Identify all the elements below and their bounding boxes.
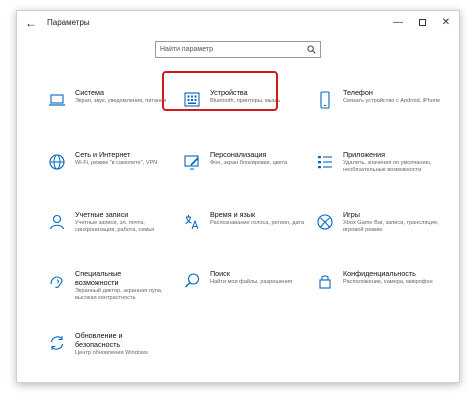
tile-accessibility[interactable]: Специальные возможности Экранный диктор,…	[47, 269, 177, 313]
time-language-icon	[182, 212, 202, 232]
search-icon	[307, 45, 316, 54]
tile-description: Связать устройство с Android, iPhone	[343, 98, 441, 104]
brush-icon	[182, 152, 202, 172]
tile-title: Персонализация	[210, 150, 267, 159]
tile-description: Найти мои файлы, разрешения	[210, 279, 293, 285]
search-icon	[182, 271, 202, 291]
tile-title: Обновление и безопасность	[75, 331, 123, 349]
lock-icon	[315, 271, 335, 291]
search-input[interactable]	[160, 42, 300, 57]
back-button[interactable]: ←	[23, 15, 39, 31]
tile-title: Конфиденциальность	[343, 269, 416, 278]
tile-title: Поиск	[210, 269, 230, 278]
person-icon	[47, 212, 67, 232]
tile-title: Время и язык	[210, 210, 256, 219]
globe-icon	[47, 152, 67, 172]
tile-description: Фон, экран блокировки, цвета	[210, 160, 288, 166]
window-title: Параметры	[47, 18, 90, 27]
tile-gaming[interactable]: Игры Xbox Game Bar, записи, трансляция, …	[315, 210, 445, 254]
tile-title: Приложения	[343, 150, 386, 159]
tile-title: Сеть и Интернет	[75, 150, 131, 159]
tile-personalization[interactable]: Персонализация Фон, экран блокировки, цв…	[182, 150, 312, 194]
tile-description: Удалить, значения по умолчанию, необязат…	[343, 160, 432, 174]
tile-title: Игры	[343, 210, 360, 219]
accessibility-icon	[47, 271, 67, 291]
minimize-button[interactable]: —	[389, 15, 407, 31]
tile-description: Распознавание голоса, регион, дата	[210, 220, 305, 226]
highlight-frame	[162, 71, 278, 111]
tile-search[interactable]: Поиск Найти мои файлы, разрешения	[182, 269, 312, 313]
tile-description: Центр обновления Windows	[75, 350, 148, 356]
close-button[interactable]: ✕	[437, 15, 455, 31]
tile-title: Специальные возможности	[75, 269, 122, 287]
maximize-icon	[418, 18, 426, 26]
tile-description: Расположение, камера, микрофон	[343, 279, 433, 285]
tile-description: Wi-Fi, режим "в самолете", VPN	[75, 160, 158, 166]
tile-description: Экранный диктор, экранная лупа, высокая …	[75, 288, 163, 302]
title-bar: ← Параметры — ✕	[17, 11, 459, 35]
tile-system[interactable]: Система Экран, звук, уведомления, питани…	[47, 88, 177, 132]
phone-icon	[315, 90, 335, 110]
sync-icon	[47, 333, 67, 353]
tile-title: Учетные записи	[75, 210, 129, 219]
tile-phone[interactable]: Телефон Связать устройство с Android, iP…	[315, 88, 445, 132]
tile-privacy[interactable]: Конфиденциальность Расположение, камера,…	[315, 269, 445, 313]
tile-network[interactable]: Сеть и Интернет Wi-Fi, режим "в самолете…	[47, 150, 177, 194]
tile-apps[interactable]: Приложения Удалить, значения по умолчани…	[315, 150, 445, 194]
tile-title: Телефон	[343, 88, 373, 97]
settings-window: ← Параметры — ✕ Система Экран, звук, уве…	[16, 10, 460, 383]
tile-update-security[interactable]: Обновление и безопасность Центр обновлен…	[47, 331, 177, 375]
search-box[interactable]	[155, 41, 321, 58]
apps-list-icon	[315, 152, 335, 172]
laptop-icon	[47, 90, 67, 110]
tile-description: Учетные записи, эл. почта, синхронизация…	[75, 220, 155, 234]
maximize-button[interactable]	[413, 15, 431, 31]
xbox-icon	[315, 212, 335, 232]
tile-time-language[interactable]: Время и язык Распознавание голоса, регио…	[182, 210, 312, 254]
tile-description: Xbox Game Bar, записи, трансляция, игров…	[343, 220, 439, 234]
tile-accounts[interactable]: Учетные записи Учетные записи, эл. почта…	[47, 210, 177, 254]
